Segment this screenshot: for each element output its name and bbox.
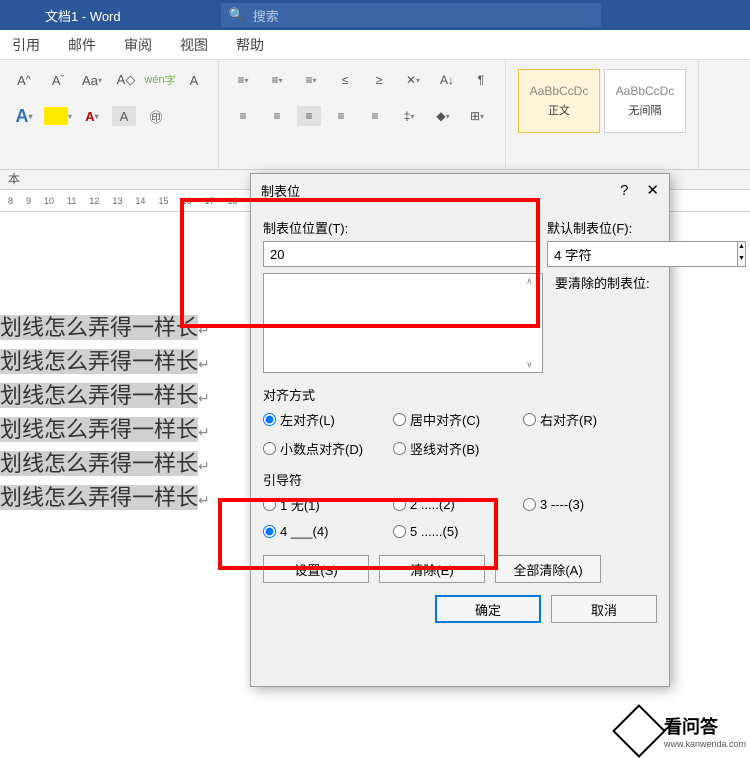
align-center-button[interactable]: ≡ (263, 102, 291, 130)
ribbon: A^ Aˇ Aa▾ A◇ wén字 A A▾ ▾ A▾ A ㊞ ≡▾ ≡▾ ≡▾… (0, 60, 750, 170)
multilevel-button[interactable]: ≡▾ (297, 66, 325, 94)
enclose-chars-button[interactable]: ㊞ (142, 102, 170, 130)
text-effects-button[interactable]: A▾ (10, 102, 38, 130)
watermark: 看问答 www.kanwenda.com (620, 712, 746, 750)
align-left-radio[interactable]: 左对齐(L) (263, 410, 393, 429)
font-group: A^ Aˇ Aa▾ A◇ wén字 A A▾ ▾ A▾ A ㊞ (0, 60, 219, 169)
leader-label: 引导符 (263, 470, 657, 489)
style-normal[interactable]: AaBbCcDc 正文 (518, 69, 600, 133)
default-tab-input[interactable] (547, 241, 738, 267)
clear-tabs-label: 要清除的制表位: (555, 273, 650, 373)
dialog-titlebar: 制表位 ? ✕ (251, 174, 669, 206)
chevron-down-icon: ▼ (738, 254, 745, 266)
search-icon: 🔍 (229, 7, 245, 23)
tab-position-input[interactable] (263, 241, 537, 267)
shading-button[interactable]: ◆▾ (429, 102, 457, 130)
spinner-buttons[interactable]: ▲▼ (738, 241, 746, 267)
justify-button[interactable]: ≡ (327, 102, 355, 130)
close-icon[interactable]: ✕ (646, 181, 659, 199)
chevron-up-icon[interactable]: ∧ (526, 276, 540, 287)
tab-review[interactable]: 审阅 (124, 35, 152, 55)
leader-dash-radio[interactable]: 3 ----(3) (523, 495, 633, 514)
chevron-up-icon: ▲ (738, 242, 745, 254)
character-shading-button[interactable]: A (112, 106, 136, 126)
align-right-button[interactable]: ≡ (297, 106, 321, 126)
leader-group: 1 无(1) 2 .....(2) 3 ----(3) 4 ___(4) 5 .… (263, 495, 657, 539)
align-right-radio[interactable]: 右对齐(R) (523, 410, 633, 429)
styles-group: AaBbCcDc 正文 AaBbCcDc 无间隔 (506, 60, 699, 169)
clear-format-button[interactable]: A◇ (112, 66, 140, 94)
leader-dot2-radio[interactable]: 5 ......(5) (393, 524, 523, 539)
clear-button[interactable]: 清除(E) (379, 555, 485, 583)
chevron-down-icon[interactable]: ∨ (526, 359, 540, 370)
shrink-font-button[interactable]: Aˇ (44, 66, 72, 94)
align-bar-radio[interactable]: 竖线对齐(B) (393, 439, 523, 458)
clear-all-button[interactable]: 全部清除(A) (495, 555, 601, 583)
alignment-label: 对齐方式 (263, 385, 657, 404)
highlight-button[interactable]: ▾ (44, 102, 72, 130)
borders-button[interactable]: ⊞▾ (463, 102, 491, 130)
tab-list[interactable]: ∧ ∨ (263, 273, 543, 373)
tab-position-label: 制表位位置(T): (263, 218, 537, 237)
sort-button[interactable]: A↓ (433, 66, 461, 94)
tab-mailings[interactable]: 邮件 (68, 35, 96, 55)
style-no-spacing[interactable]: AaBbCcDc 无间隔 (604, 69, 686, 133)
character-border-button[interactable]: A (180, 66, 208, 94)
change-case-button[interactable]: Aa▾ (78, 66, 106, 94)
asian-layout-button[interactable]: ✕▾ (399, 66, 427, 94)
help-icon[interactable]: ? (620, 182, 628, 199)
tab-view[interactable]: 视图 (180, 35, 208, 55)
watermark-url: www.kanwenda.com (664, 739, 746, 749)
search-placeholder: 搜索 (253, 6, 279, 25)
alignment-group: 左对齐(L) 居中对齐(C) 右对齐(R) 小数点对齐(D) 竖线对齐(B) (263, 410, 657, 458)
ribbon-tabs: 引用 邮件 审阅 视图 帮助 (0, 30, 750, 60)
show-marks-button[interactable]: ¶ (467, 66, 495, 94)
ok-button[interactable]: 确定 (435, 595, 541, 623)
default-tab-label: 默认制表位(F): (547, 218, 657, 237)
leader-underscore-radio[interactable]: 4 ___(4) (263, 524, 393, 539)
phonetic-guide-button[interactable]: wén字 (146, 66, 174, 94)
dialog-title-text: 制表位 (261, 181, 300, 200)
tab-references[interactable]: 引用 (12, 35, 40, 55)
line-spacing-button[interactable]: ‡▾ (395, 102, 423, 130)
align-decimal-radio[interactable]: 小数点对齐(D) (263, 439, 393, 458)
tabs-dialog: 制表位 ? ✕ 制表位位置(T): 默认制表位(F): ▲▼ ∧ ∨ (250, 173, 670, 687)
watermark-logo (612, 704, 666, 758)
leader-dot-radio[interactable]: 2 .....(2) (393, 495, 523, 514)
bullets-button[interactable]: ≡▾ (229, 66, 257, 94)
font-color-button[interactable]: A▾ (78, 102, 106, 130)
numbering-button[interactable]: ≡▾ (263, 66, 291, 94)
distribute-button[interactable]: ≡ (361, 102, 389, 130)
leader-none-radio[interactable]: 1 无(1) (263, 495, 393, 514)
title-bar: 文档1 - Word 🔍 搜索 (0, 0, 750, 30)
tab-help[interactable]: 帮助 (236, 35, 264, 55)
increase-indent-button[interactable]: ≥ (365, 66, 393, 94)
decrease-indent-button[interactable]: ≤ (331, 66, 359, 94)
watermark-brand: 看问答 (664, 717, 718, 737)
paragraph-group: ≡▾ ≡▾ ≡▾ ≤ ≥ ✕▾ A↓ ¶ ≡ ≡ ≡ ≡ ≡ ‡▾ ◆▾ ⊞▾ (219, 60, 506, 169)
cancel-button[interactable]: 取消 (551, 595, 657, 623)
search-box[interactable]: 🔍 搜索 (221, 3, 601, 27)
grow-font-button[interactable]: A^ (10, 66, 38, 94)
window-title: 文档1 - Word (0, 6, 121, 25)
set-button[interactable]: 设置(S) (263, 555, 369, 583)
align-center-radio[interactable]: 居中对齐(C) (393, 410, 523, 429)
align-left-button[interactable]: ≡ (229, 102, 257, 130)
